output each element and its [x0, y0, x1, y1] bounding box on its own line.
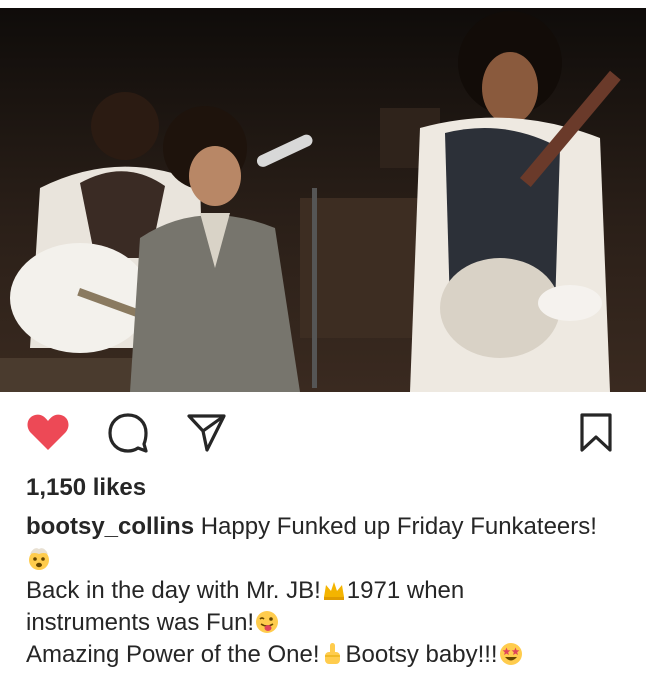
username-link[interactable]: bootsy_collins — [26, 513, 194, 540]
share-button[interactable] — [184, 410, 228, 454]
caption-text-2a: Back in the day with Mr. JB! — [26, 577, 321, 604]
star-struck-emoji-icon — [499, 643, 522, 665]
caption-emoji-line — [26, 543, 632, 575]
post-photo[interactable] — [0, 8, 646, 392]
exploding-head-emoji-icon — [29, 548, 49, 570]
caption-line-3: instruments was Fun! — [26, 607, 632, 639]
action-bar — [0, 400, 646, 462]
bookmark-icon — [580, 413, 612, 452]
heart-icon — [27, 414, 69, 450]
paper-plane-icon — [187, 414, 226, 452]
caption-text-2b: 1971 when — [346, 577, 465, 604]
caption-line-4: Amazing Power of the One! Bootsy baby!!! — [26, 639, 632, 671]
caption-text-4b: Bootsy baby!!! — [345, 641, 498, 668]
caption-text-4a: Amazing Power of the One! — [26, 641, 320, 668]
comment-button[interactable] — [106, 410, 150, 454]
likes-count[interactable]: 1,150 likes — [26, 474, 146, 502]
comment-bubble-icon — [108, 413, 148, 453]
winking-tongue-emoji-icon — [256, 611, 279, 633]
caption-line-2: Back in the day with Mr. JB! 1971 when — [26, 575, 632, 607]
crown-emoji-icon — [323, 582, 344, 600]
caption-text-3: instruments was Fun! — [26, 609, 255, 636]
like-button[interactable] — [26, 410, 70, 454]
save-button[interactable] — [574, 410, 618, 454]
caption-text-1: Happy Funked up Friday Funkateers! — [200, 513, 597, 540]
post-caption: bootsy_collins Happy Funked up Friday Fu… — [26, 511, 632, 671]
concert-photo-illustration — [0, 8, 646, 392]
caption-line-1: bootsy_collins Happy Funked up Friday Fu… — [26, 511, 632, 543]
index-pointing-up-emoji-icon — [325, 643, 341, 664]
